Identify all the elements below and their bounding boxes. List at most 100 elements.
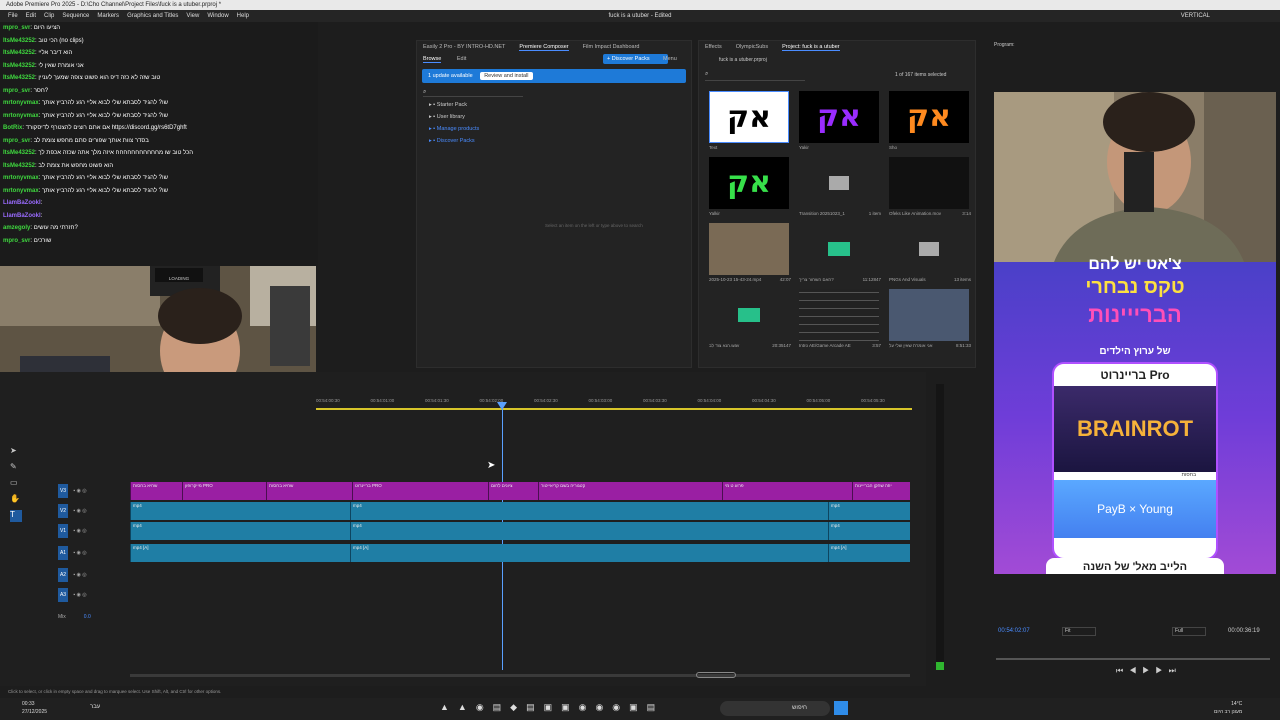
composer-tab[interactable]: Film Impact Dashboard: [583, 44, 640, 50]
video-clip[interactable]: mp4: [350, 502, 828, 520]
track-name[interactable]: V1: [58, 524, 68, 538]
lock-icon[interactable]: ▪ ◉ ◎: [72, 508, 86, 514]
work-area-bar[interactable]: [316, 408, 912, 410]
windows-start-icon[interactable]: [834, 701, 848, 715]
timeline-scrollbar[interactable]: [130, 674, 910, 677]
chat-username[interactable]: mpro_svr: [3, 138, 30, 144]
project-item-thumbnail[interactable]: [709, 223, 789, 275]
weather-widget[interactable]: 14°C מעונן רב היום: [1214, 700, 1242, 716]
chat-username[interactable]: ItsMe43252: [3, 75, 35, 81]
project-item-thumbnail[interactable]: אק: [709, 91, 789, 143]
program-timecode[interactable]: 00:54:02:07: [998, 628, 1030, 634]
track-header-a3[interactable]: A3 ▪ ◉ ◎: [30, 586, 128, 604]
tab-edit[interactable]: Edit: [457, 56, 466, 62]
v3-graphic-clip[interactable]: ציונים לחום: [488, 482, 538, 500]
project-item-thumbnail[interactable]: [889, 289, 969, 341]
chat-username[interactable]: mrtonyvmax: [3, 100, 39, 106]
v3-graphic-clip[interactable]: קטגוריה בשם קריאייטור: [538, 482, 722, 500]
v3-graphic-clip[interactable]: פרוע ט מי: [722, 482, 852, 500]
project-item-thumbnail[interactable]: [889, 223, 969, 275]
tree-item[interactable]: ▸ ▪ User library: [429, 111, 691, 123]
discover-packs-button[interactable]: + Discover Packs: [603, 54, 668, 64]
chat-username[interactable]: ItsMe43252: [3, 150, 35, 156]
video-clip[interactable]: mp4: [828, 522, 910, 540]
language-indicator[interactable]: עבר: [90, 704, 100, 710]
track-name[interactable]: V3: [58, 484, 68, 498]
rect-tool-icon[interactable]: ▭: [10, 478, 22, 494]
track-header-a2[interactable]: A2 ▪ ◉ ◎: [30, 566, 128, 584]
v3-graphic-clip[interactable]: שחיא בחסות: [130, 482, 182, 500]
chat-username[interactable]: BotRix: [3, 125, 22, 131]
chat-username[interactable]: mpro_svr: [3, 238, 30, 244]
track-header-v1[interactable]: V1 ▪ ◉ ◎: [30, 522, 128, 540]
chat-username[interactable]: ItsMe43252: [3, 63, 35, 69]
chat-username[interactable]: ItsMe43252: [3, 50, 35, 56]
lock-icon[interactable]: ▪ ◉ ◎: [72, 488, 86, 494]
select-tool-icon[interactable]: ➤: [10, 446, 22, 462]
menu-button[interactable]: Menu: [663, 53, 677, 65]
fit-select[interactable]: Fit: [1062, 627, 1096, 636]
lock-icon[interactable]: ▪ ◉ ◎: [72, 550, 86, 556]
chat-username[interactable]: amzegoly: [3, 225, 30, 231]
project-item-thumbnail[interactable]: [709, 289, 789, 341]
track-name[interactable]: A2: [58, 568, 68, 582]
tree-item[interactable]: ▸ ▪ Starter Pack: [429, 99, 691, 111]
tree-item[interactable]: ▸ ▪ Discover Packs: [429, 135, 691, 147]
transport-controls[interactable]: ⏮◀▶▶⏭: [1116, 666, 1186, 676]
project-item-thumbnail[interactable]: אק: [709, 157, 789, 209]
composer-tab[interactable]: Premiere Composer: [519, 44, 569, 51]
video-clip[interactable]: mp4: [130, 522, 350, 540]
hand-tool-icon[interactable]: ✋: [10, 494, 22, 510]
project-tab[interactable]: Project: fuck is a utuber: [782, 44, 840, 51]
chat-username[interactable]: mpro_svr: [3, 88, 30, 94]
v3-graphic-clip[interactable]: מייקרופון PRO: [182, 482, 266, 500]
project-item-thumbnail[interactable]: [889, 157, 969, 209]
project-item-thumbnail[interactable]: אק: [889, 91, 969, 143]
chat-username[interactable]: mrtonyvmax: [3, 188, 39, 194]
pen-tool-icon[interactable]: ✎: [10, 462, 22, 478]
project-tab[interactable]: OlympicSubs: [736, 44, 768, 50]
search-icon[interactable]: ⌕: [423, 89, 523, 97]
v3-graphic-clip[interactable]: שחיא בחסות: [266, 482, 352, 500]
chat-username[interactable]: mrtonyvmax: [3, 175, 39, 181]
lock-icon[interactable]: ▪ ◉ ◎: [72, 592, 86, 598]
taskbar-app-icons[interactable]: ▲▲◉▤◆▤▣▣◉◉◉▣▤: [440, 702, 700, 716]
project-tab[interactable]: Effects: [705, 44, 722, 50]
track-header-v2[interactable]: V2 ▪ ◉ ◎: [30, 502, 128, 520]
project-item-thumbnail[interactable]: [799, 157, 879, 209]
type-tool-icon[interactable]: T: [10, 510, 22, 522]
tab-browse[interactable]: Browse: [423, 56, 442, 63]
chat-username[interactable]: mpro_svr: [3, 25, 30, 31]
track-name[interactable]: A3: [58, 588, 68, 602]
track-name[interactable]: A1: [58, 546, 68, 560]
project-item-thumbnail[interactable]: [799, 289, 879, 341]
composer-tab[interactable]: Easily 2 Pro - BY INTRO-HD.NET: [423, 44, 505, 50]
v3-graphic-clip[interactable]: בריינרוט PRO: [352, 482, 488, 500]
video-clip[interactable]: mp4: [350, 522, 828, 540]
mix-value[interactable]: 0.0: [84, 614, 91, 620]
v3-graphic-clip[interactable]: יוזה שחקן הברייינות: [852, 482, 910, 500]
chat-username[interactable]: ItsMe43252: [3, 38, 35, 44]
video-clip[interactable]: mp4: [828, 502, 910, 520]
track-name[interactable]: V2: [58, 504, 68, 518]
chat-username[interactable]: ItsMe43252: [3, 163, 35, 169]
lock-icon[interactable]: ▪ ◉ ◎: [72, 528, 86, 534]
program-scrubber[interactable]: [996, 658, 1270, 660]
project-item-thumbnail[interactable]: אק: [799, 91, 879, 143]
tree-item[interactable]: ▸ ▪ Manage products: [429, 123, 691, 135]
track-header-mix[interactable]: Mix 0.0: [30, 608, 128, 626]
audio-clip[interactable]: mp4 [A]: [828, 544, 910, 562]
track-header-v3[interactable]: V3 ▪ ◉ ◎: [30, 482, 128, 500]
taskbar-search[interactable]: חיפוש: [720, 701, 830, 716]
track-header-a1[interactable]: A1 ▪ ◉ ◎: [30, 544, 128, 562]
video-clip[interactable]: mp4: [130, 502, 350, 520]
workspace-label[interactable]: VERTICAL: [1181, 10, 1210, 22]
chat-username[interactable]: LlamBaZookI: [3, 213, 41, 219]
project-item-thumbnail[interactable]: [799, 223, 879, 275]
quality-select[interactable]: Full: [1172, 627, 1206, 636]
project-search-input[interactable]: ⌕: [705, 71, 805, 81]
chat-username[interactable]: mrtonyvmax: [3, 113, 39, 119]
audio-clip[interactable]: mp4 [A]: [350, 544, 828, 562]
review-install-button[interactable]: Review and install: [480, 72, 533, 80]
chat-username[interactable]: LlamBaZookI: [3, 200, 41, 206]
